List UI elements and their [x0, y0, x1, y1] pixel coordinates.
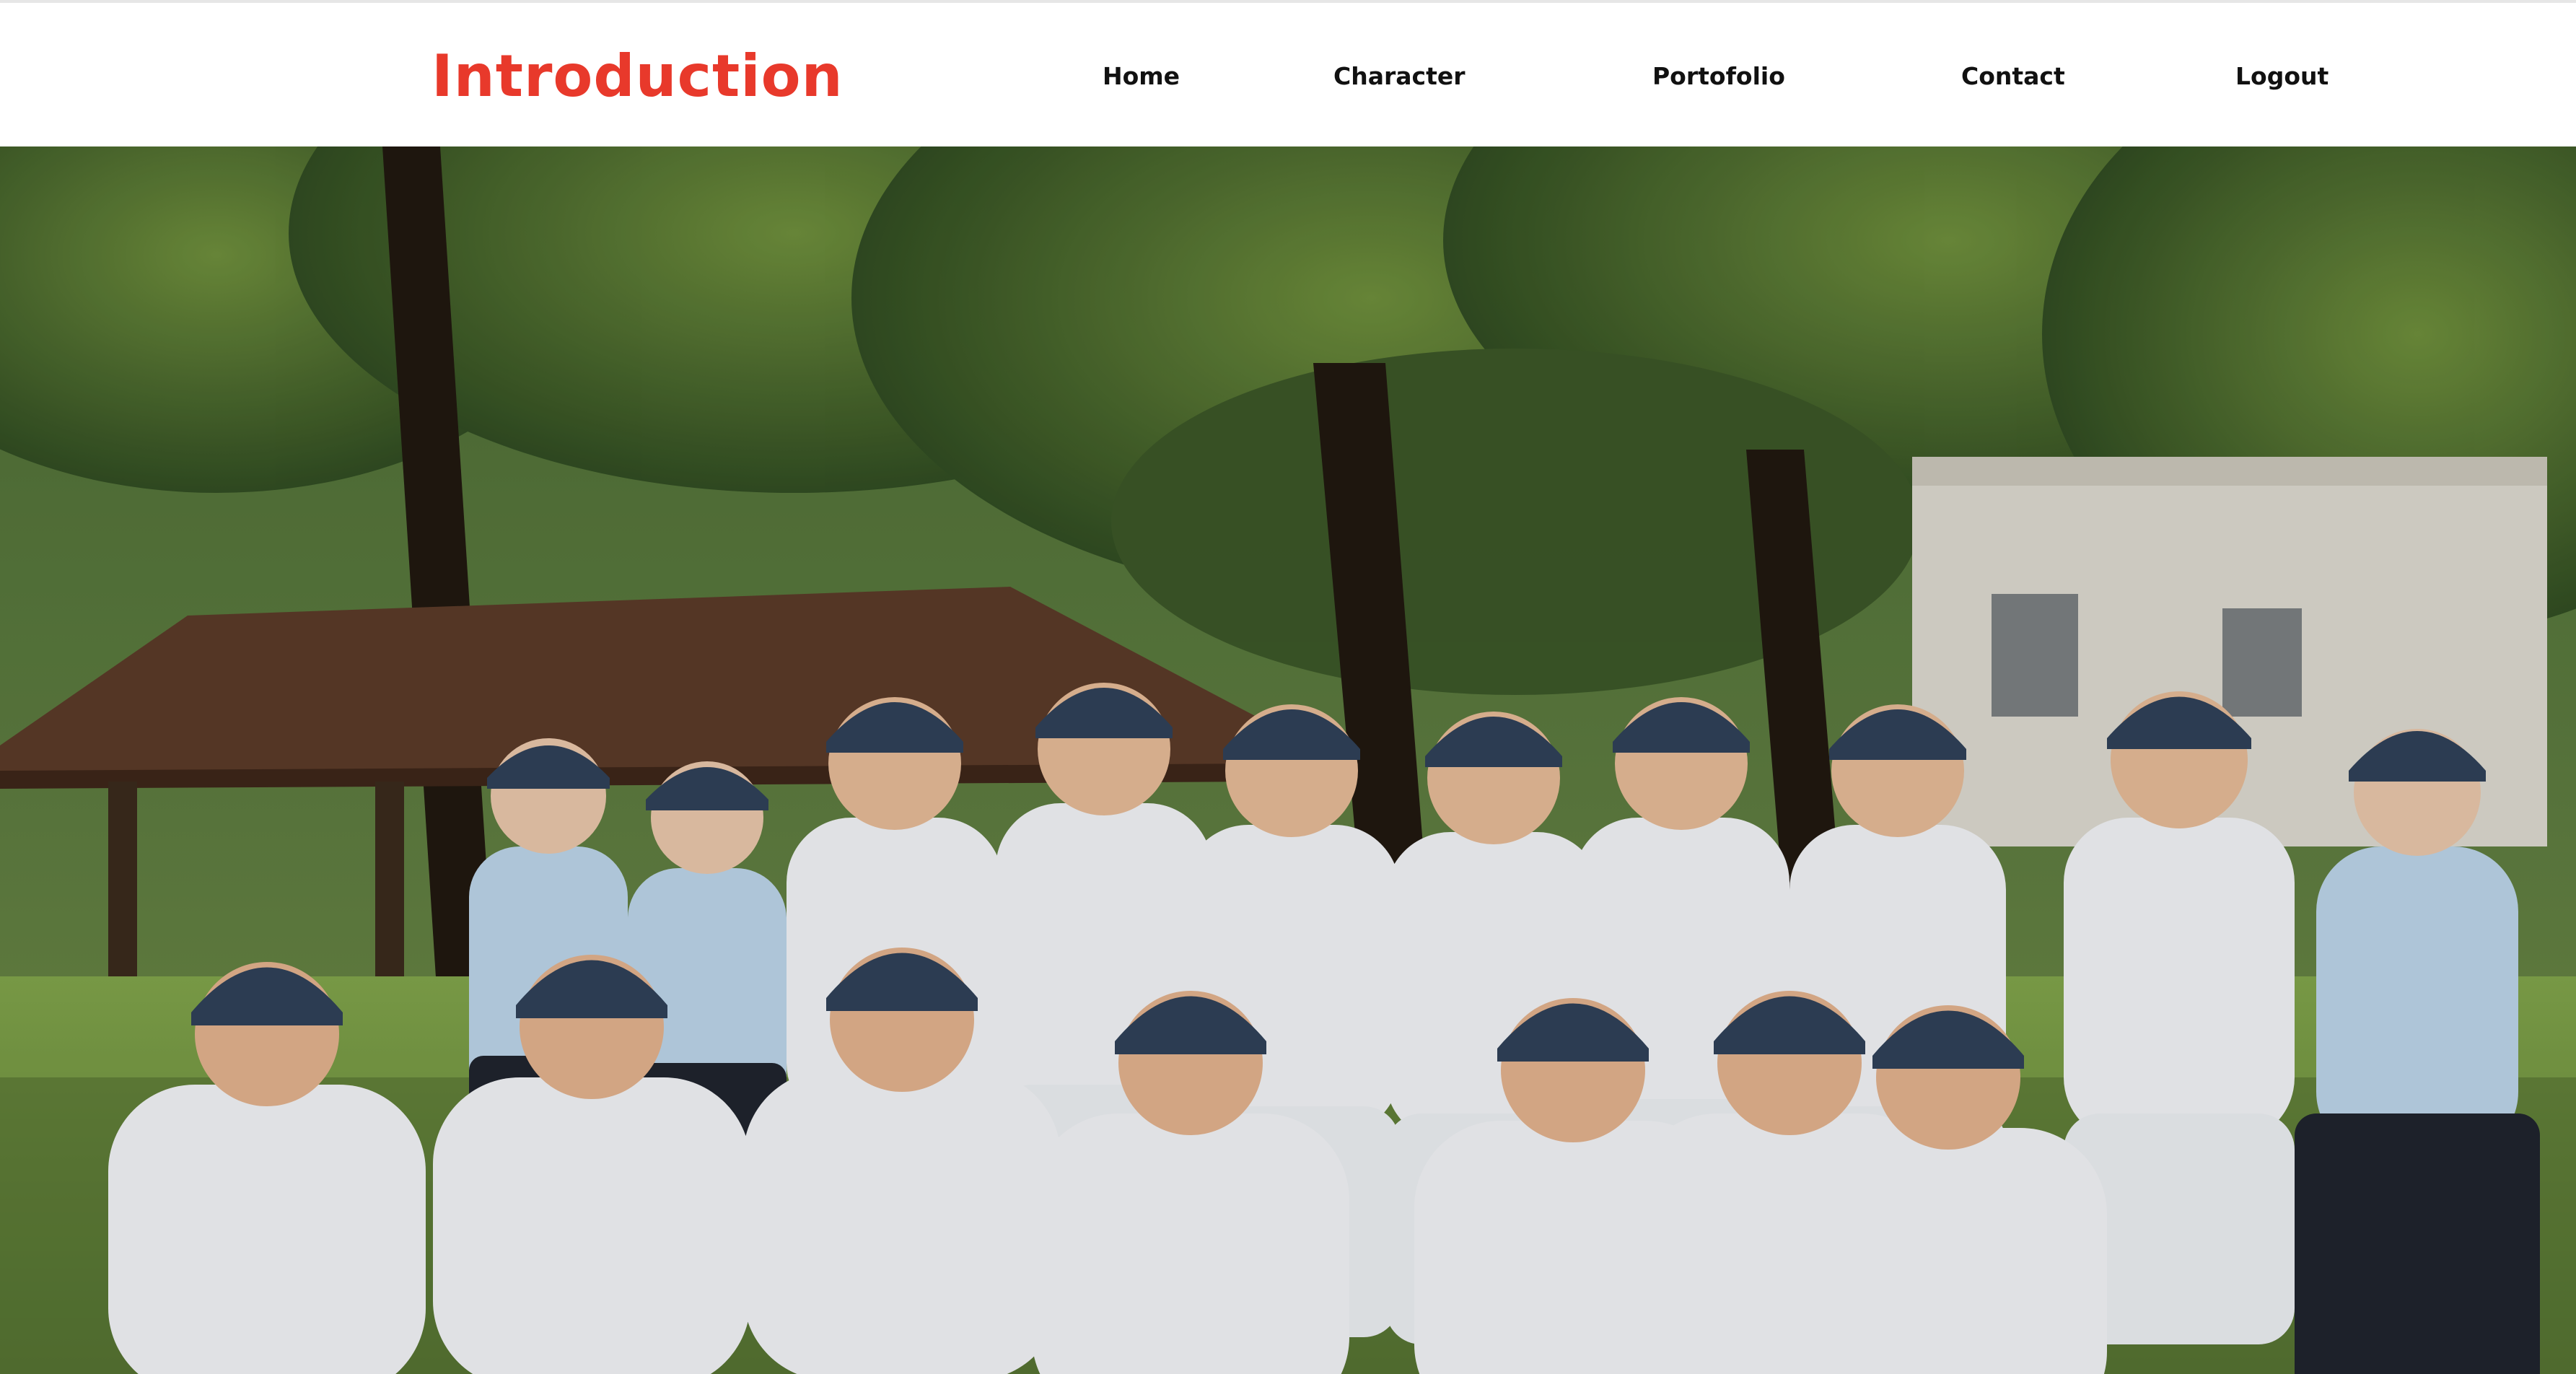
nav-portfolio[interactable]: Portofolio	[1652, 62, 1785, 91]
nav-logout[interactable]: Logout	[2235, 62, 2329, 91]
hero-photo	[0, 146, 2576, 1374]
site-header: Introduction Home Character Portofolio C…	[0, 0, 2576, 146]
site-title[interactable]: Introduction	[431, 46, 844, 107]
nav-contact[interactable]: Contact	[1961, 62, 2065, 91]
nav-character[interactable]: Character	[1333, 62, 1466, 91]
page: Introduction Home Character Portofolio C…	[0, 0, 2576, 1374]
nav-home[interactable]: Home	[1103, 62, 1180, 91]
team-photo-illustration	[0, 146, 2576, 1374]
